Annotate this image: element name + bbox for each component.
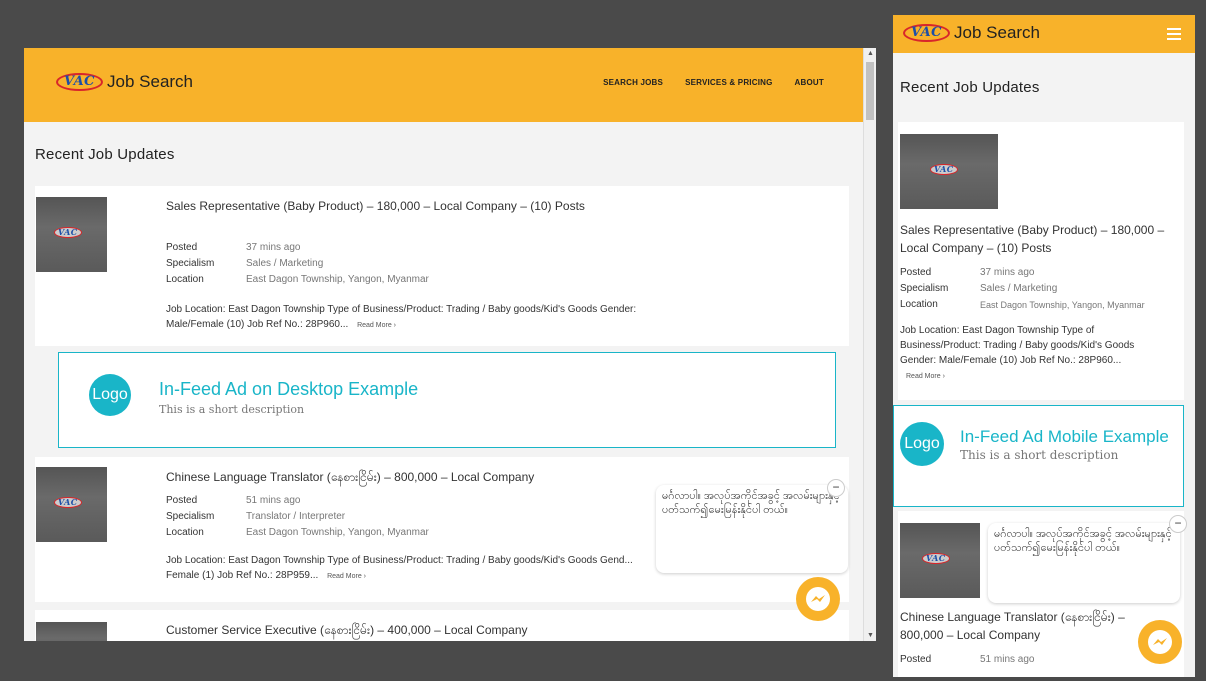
job-description-text: Job Location: East Dagon Township Type o…	[166, 555, 633, 581]
location-value: East Dagon Township, Yangon, Myanmar	[980, 300, 1145, 310]
nav-about[interactable]: ABOUT	[795, 78, 824, 87]
specialism-value: Sales / Marketing	[246, 258, 324, 269]
specialism-label: Specialism	[166, 511, 215, 522]
job-thumbnail[interactable]: VAC	[36, 467, 107, 542]
job-description: Job Location: East Dagon Township Type o…	[900, 323, 1170, 384]
job-title[interactable]: Sales Representative (Baby Product) – 18…	[900, 221, 1180, 257]
job-thumbnail[interactable]: VAC	[900, 134, 998, 209]
chat-greeting-text: မင်္ဂလာပါ။ အလုပ်အကိုင်အခွင့် အလမ်းများနှ…	[662, 490, 840, 516]
location-label: Location	[166, 274, 204, 285]
job-thumbnail[interactable]: VAC	[36, 197, 107, 272]
in-feed-ad-mobile[interactable]: Logo In-Feed Ad Mobile Example This is a…	[893, 405, 1184, 507]
chat-greeting-bubble[interactable]: မင်္ဂလာပါ။ အလုပ်အကိုင်အခွင့် အလမ်းများနှ…	[988, 523, 1180, 603]
brand-name: Job Search	[954, 23, 1041, 42]
job-meta: Posted 37 mins ago Specialism Sales / Mark…	[166, 240, 429, 288]
brand[interactable]: VAC Job Search	[56, 72, 193, 92]
scroll-up-icon[interactable]: ▲	[867, 50, 874, 57]
posted-value: 37 mins ago	[980, 267, 1035, 278]
job-card[interactable]: VAC Sales Representative (Baby Product) …	[898, 122, 1184, 400]
job-meta: Posted 51 mins ago	[900, 652, 1034, 668]
scrollbar[interactable]: ▲ ▼	[863, 48, 876, 641]
job-description: Job Location: East Dagon Township Type o…	[166, 302, 686, 333]
chat-close-icon[interactable]: −	[1169, 515, 1187, 533]
location-label: Location	[166, 527, 204, 538]
section-title: Recent Job Updates	[900, 79, 1040, 96]
nav-search-jobs[interactable]: SEARCH JOBS	[603, 78, 663, 87]
read-more-link[interactable]: Read More ›	[906, 373, 945, 380]
brand-name: Job Search	[107, 72, 194, 91]
desktop-preview: VAC Job Search SEARCH JOBS SERVICES & PR…	[24, 48, 876, 641]
in-feed-ad-desktop[interactable]: Logo In-Feed Ad on Desktop Example This …	[58, 352, 836, 448]
main-nav: SEARCH JOBS SERVICES & PRICING ABOUT	[603, 78, 824, 87]
job-description-text: Job Location: East Dagon Township Type o…	[166, 304, 637, 330]
ad-description: This is a short description	[960, 448, 1119, 462]
job-card[interactable]: Customer Service Executive (နေစားငြိမ်း)…	[35, 610, 849, 641]
brand[interactable]: VAC Job Search	[903, 23, 1040, 43]
ad-logo: Logo	[89, 374, 131, 416]
location-value: East Dagon Township, Yangon, Myanmar	[246, 527, 429, 538]
specialism-label: Specialism	[900, 283, 949, 294]
location-value: East Dagon Township, Yangon, Myanmar	[246, 274, 429, 285]
job-thumbnail[interactable]: VAC	[900, 523, 980, 598]
job-title[interactable]: Customer Service Executive (နေစားငြိမ်း)…	[166, 621, 686, 639]
ad-description: This is a short description	[159, 403, 305, 416]
scroll-thumb[interactable]	[866, 62, 874, 120]
read-more-link[interactable]: Read More ›	[327, 573, 366, 580]
vac-logo: VAC	[56, 73, 104, 91]
posted-value: 51 mins ago	[980, 654, 1035, 665]
posted-value: 51 mins ago	[246, 495, 301, 506]
chat-greeting-bubble[interactable]: မင်္ဂလာပါ။ အလုပ်အကိုင်အခွင့် အလမ်းများနှ…	[656, 485, 848, 573]
messenger-icon	[806, 587, 830, 611]
section-title: Recent Job Updates	[35, 146, 175, 163]
vac-logo: VAC	[903, 24, 951, 42]
posted-value: 37 mins ago	[246, 242, 301, 253]
mobile-preview: VAC Job Search Recent Job Updates VAC Sa…	[893, 15, 1195, 677]
scroll-down-icon[interactable]: ▼	[867, 632, 874, 639]
vac-logo: VAC	[922, 553, 950, 564]
specialism-label: Specialism	[166, 258, 215, 269]
vac-logo: VAC	[54, 227, 82, 238]
posted-label: Posted	[166, 242, 198, 253]
ad-title[interactable]: In-Feed Ad on Desktop Example	[159, 379, 418, 400]
specialism-value: Translator / Interpreter	[246, 511, 346, 522]
ad-title[interactable]: In-Feed Ad Mobile Example	[960, 427, 1169, 447]
posted-label: Posted	[166, 495, 198, 506]
job-title[interactable]: Sales Representative (Baby Product) – 18…	[166, 197, 596, 215]
posted-label: Posted	[900, 654, 932, 665]
job-description: Job Location: East Dagon Township Type o…	[166, 553, 666, 583]
site-header: VAC Job Search SEARCH JOBS SERVICES & PR…	[24, 48, 864, 122]
nav-services-pricing[interactable]: SERVICES & PRICING	[685, 78, 772, 87]
job-title[interactable]: Chinese Language Translator (နေစားငြိမ်း…	[900, 608, 1160, 644]
ad-logo: Logo	[900, 422, 944, 466]
vac-logo: VAC	[930, 164, 958, 175]
location-label: Location	[900, 299, 938, 310]
vac-logo: VAC	[54, 497, 82, 508]
specialism-value: Sales / Marketing	[980, 283, 1058, 294]
read-more-link[interactable]: Read More ›	[357, 322, 396, 329]
messenger-button[interactable]	[1138, 620, 1182, 664]
posted-label: Posted	[900, 267, 932, 278]
hamburger-menu-icon[interactable]	[1167, 28, 1181, 43]
job-thumbnail[interactable]	[36, 622, 107, 641]
site-header-mobile: VAC Job Search	[893, 15, 1195, 53]
job-meta: Posted 51 mins ago Specialism Translator /…	[166, 493, 429, 541]
messenger-button[interactable]	[796, 577, 840, 621]
job-title[interactable]: Chinese Language Translator (နေစားငြိမ်း…	[166, 468, 636, 486]
messenger-icon	[1148, 630, 1172, 654]
job-description-text: Job Location: East Dagon Township Type o…	[900, 325, 1135, 366]
job-card[interactable]: VAC Sales Representative (Baby Product) …	[35, 186, 849, 346]
chat-close-icon[interactable]: −	[827, 479, 845, 497]
chat-greeting-text: မင်္ဂလာပါ။ အလုပ်အကိုင်အခွင့် အလမ်းများနှ…	[994, 528, 1172, 554]
job-meta: Posted 37 mins ago Specialism Sales / Mark…	[900, 265, 1145, 313]
